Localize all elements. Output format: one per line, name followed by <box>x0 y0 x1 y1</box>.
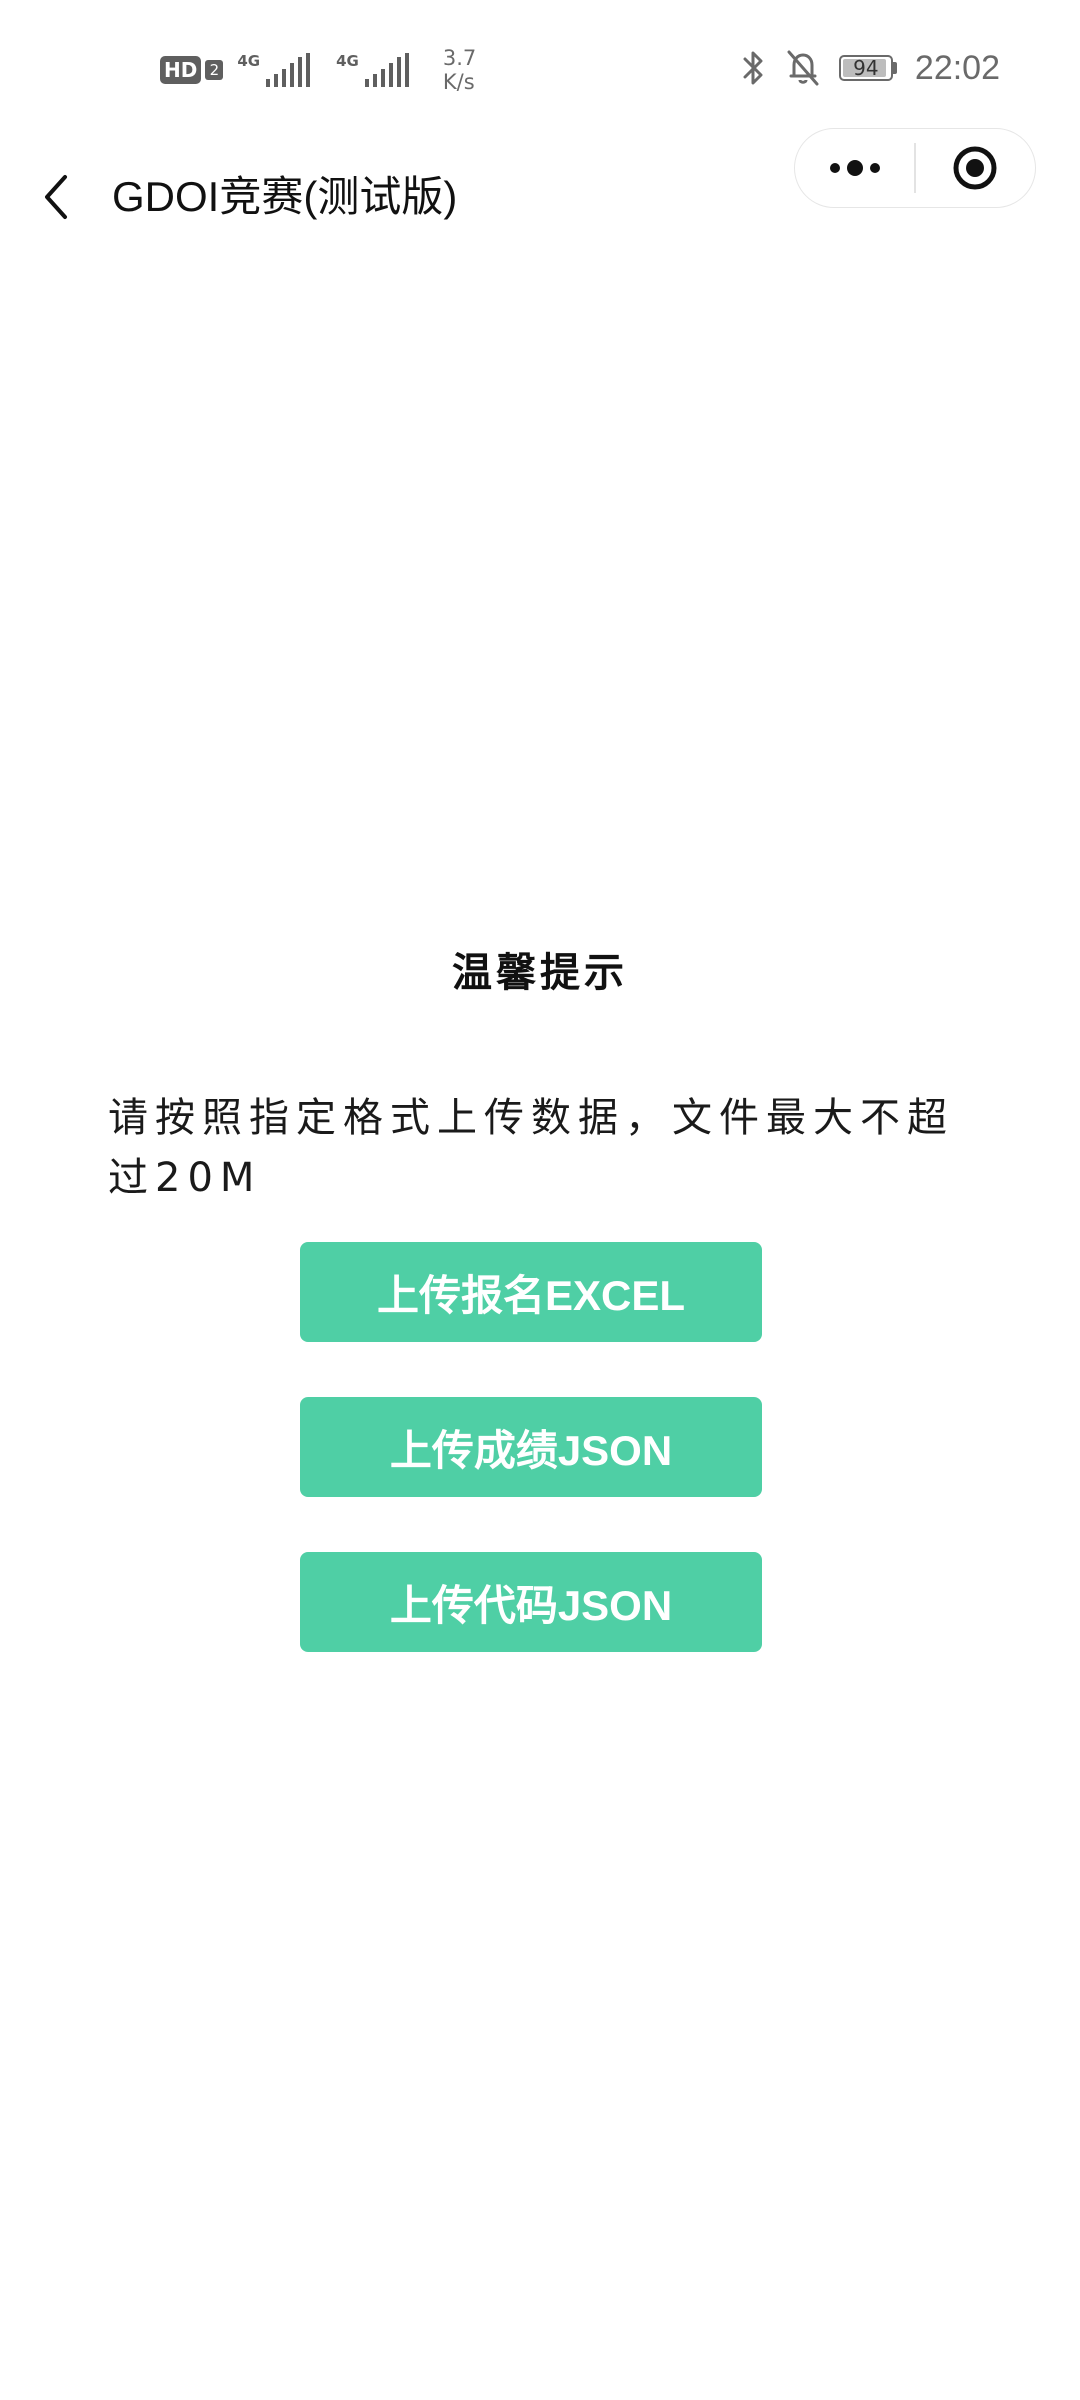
upload-code-json-button[interactable]: 上传代码JSON <box>300 1552 762 1652</box>
upload-registration-excel-button[interactable]: 上传报名EXCEL <box>300 1242 762 1342</box>
chevron-left-icon <box>45 175 67 219</box>
signal-strength-icon <box>266 53 311 87</box>
upload-buttons: 上传报名EXCEL 上传成绩JSON 上传代码JSON <box>300 1242 762 1707</box>
status-bar-left: HD 2 4G 4G 3.7 K/s <box>160 40 476 100</box>
hd-sim-number: 2 <box>205 60 224 80</box>
network-speed: 3.7 K/s <box>443 46 476 94</box>
battery-icon: 94 <box>838 55 893 81</box>
hd-badge: HD 2 <box>160 56 224 84</box>
battery-level: 94 <box>853 56 879 80</box>
target-circle-icon <box>953 146 997 190</box>
hd-label: HD <box>160 56 202 84</box>
signal-strength-icon <box>364 53 409 87</box>
bluetooth-icon <box>743 51 763 85</box>
network-speed-value: 3.7 <box>442 46 477 70</box>
network-type-label: 4G <box>336 52 359 70</box>
network-speed-unit: K/s <box>442 70 475 94</box>
tip-title: 温馨提示 <box>452 950 628 996</box>
back-button[interactable] <box>28 165 84 229</box>
network-type-label: 4G <box>237 52 261 70</box>
tip-body: 请按照指定格式上传数据，文件最大不超过20M <box>108 1095 954 1201</box>
more-button[interactable] <box>795 128 914 208</box>
status-bar-right: 94 22:02 <box>741 40 1000 96</box>
upload-scores-json-button[interactable]: 上传成绩JSON <box>300 1397 762 1497</box>
battery-indicator: 94 <box>838 55 897 81</box>
close-miniprogram-button[interactable] <box>916 128 1035 208</box>
signal-group-2: 4G <box>336 53 421 87</box>
battery-tip <box>892 62 897 74</box>
status-time: 22:02 <box>914 48 1000 87</box>
status-bar: HD 2 4G 4G 3.7 K/s 94 22:02 <box>0 0 1080 135</box>
app-screen: HD 2 4G 4G 3.7 K/s 94 22:02 GDOI竞赛(测试版) … <box>0 0 1080 2400</box>
signal-group-1: 4G <box>237 53 322 87</box>
more-dots-icon <box>829 160 880 176</box>
miniprogram-capsule <box>794 128 1036 208</box>
page-title: GDOI竞赛(测试版) <box>112 173 458 220</box>
bell-off-icon <box>787 50 819 86</box>
